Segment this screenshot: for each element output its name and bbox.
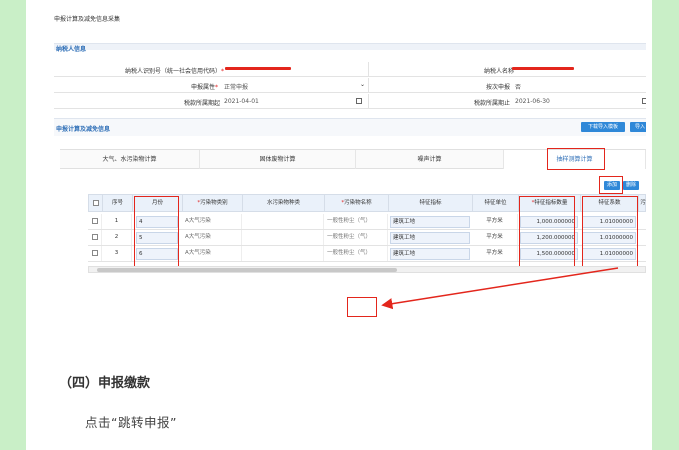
red-arrow [381,267,619,310]
article-page: 申报计算及减免信息采集 纳税人信息 纳税人识别号（统一社会信用代码）* 纳税人名… [26,0,652,450]
instruction-text: 点击“跳转申报” [85,415,177,430]
section-heading: （四）申报缴款 [59,376,151,391]
